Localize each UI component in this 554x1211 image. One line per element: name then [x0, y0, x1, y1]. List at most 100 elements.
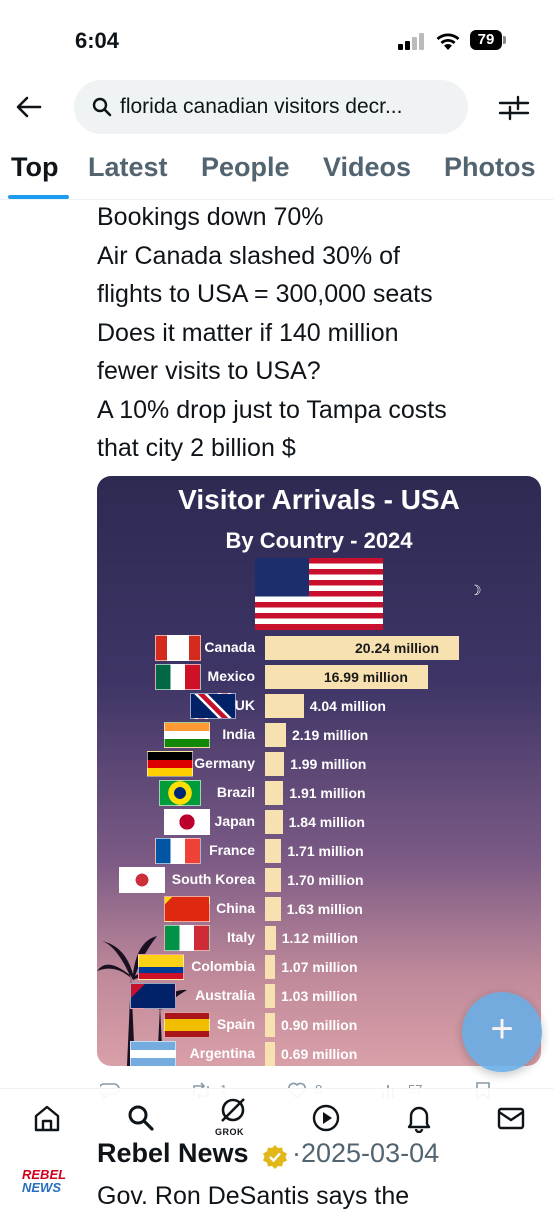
tweet-date: ·2025-03-04: [292, 1138, 440, 1168]
tab-latest[interactable]: Latest: [88, 152, 168, 183]
rebel-news-avatar[interactable]: REBEL NEWS: [22, 1168, 78, 1194]
chart-title: Visitor Arrivals - USA: [178, 484, 460, 515]
chart-category-label: Germany: [194, 755, 255, 771]
chart-category-label: Spain: [216, 1016, 255, 1032]
country-flag-icon: [129, 983, 176, 1009]
chart-category-label: South Korea: [171, 871, 255, 887]
chart-value-label: 1.63 million: [286, 901, 363, 917]
chart-value-label: 2.19 million: [291, 727, 369, 743]
chart-subtitle: By Country - 2024: [225, 528, 413, 553]
chart-bar: [265, 839, 282, 863]
chart-value-label: 1.12 million: [281, 930, 358, 946]
chart-row: China 1.63 million: [97, 896, 541, 922]
filter-icon[interactable]: [498, 92, 530, 124]
home-icon[interactable]: [32, 1103, 62, 1133]
tab-videos[interactable]: Videos: [323, 152, 411, 183]
chart-category-label: France: [209, 842, 255, 858]
chart-category-label: Mexico: [207, 668, 255, 684]
chart-category-label: UK: [234, 697, 255, 713]
tweet-line: that city 2 billion $: [97, 434, 296, 462]
chart-value-label: 1.99 million: [290, 756, 367, 772]
chart-category-label: Colombia: [191, 958, 255, 974]
chart-bar: [265, 955, 276, 979]
chart-bar: [265, 1013, 275, 1037]
chart-category-label: Japan: [214, 813, 255, 829]
search-input[interactable]: florida canadian visitors decr...: [74, 80, 468, 134]
tweet-line: Does it matter if 140 million: [97, 318, 399, 347]
chart-category-label: Brazil: [216, 784, 255, 800]
chart-category-label: Italy: [226, 929, 255, 945]
signal-icon: [398, 32, 428, 50]
chart-value-label: 1.07 million: [281, 959, 358, 975]
chart-value-label: 1.70 million: [287, 872, 364, 888]
tweet-line: A 10% drop just to Tampa costs: [97, 395, 447, 424]
search-nav-icon[interactable]: [126, 1103, 156, 1133]
chart-row: UK 4.04 million: [97, 693, 541, 719]
chart-row: Canada 20.24 million: [97, 635, 541, 661]
tab-photos[interactable]: Photos: [444, 152, 536, 183]
chart-value-label: 1.91 million: [289, 785, 366, 801]
search-icon: [92, 97, 112, 117]
grok-label: GROK: [215, 1127, 244, 1137]
tweet-line: fewer visits to USA?: [97, 357, 321, 385]
tweet-media-image[interactable]: Visitor Arrivals - USA By Country - 2024…: [97, 476, 541, 1066]
moon-icon: ☽: [469, 582, 482, 598]
tweet-line: Air Canada slashed 30% of: [97, 241, 400, 270]
chart-bar: [265, 984, 275, 1008]
chart-row: Brazil 1.91 million: [97, 780, 541, 806]
back-arrow-icon[interactable]: [14, 92, 44, 122]
video-icon[interactable]: [311, 1103, 341, 1133]
chart-bar: [265, 694, 304, 718]
chart-bar: [265, 723, 286, 747]
chart-bar: [265, 868, 282, 892]
chart-bar: [265, 781, 284, 805]
grok-icon[interactable]: [218, 1095, 248, 1125]
messages-icon[interactable]: [496, 1103, 526, 1133]
chart-value-label: 1.84 million: [288, 814, 365, 830]
usa-flag-icon: [255, 558, 383, 630]
chart-category-label: Argentina: [189, 1045, 255, 1061]
chart-value-label: 0.69 million: [281, 1046, 358, 1062]
chart-value-label: 1.03 million: [281, 988, 358, 1004]
chart-row: South Korea 1.70 million: [97, 867, 541, 893]
status-time: 6:04: [75, 28, 120, 53]
chart-row: France 1.71 million: [97, 838, 541, 864]
verified-badge-icon: [263, 1145, 287, 1169]
wifi-icon: [436, 33, 460, 50]
chart-value-label: 1.71 million: [287, 843, 364, 859]
compose-post-button[interactable]: +: [462, 992, 542, 1072]
chart-bar: [265, 897, 281, 921]
chart-bar: [265, 810, 283, 834]
search-tabs: Top Latest People Videos Photos: [0, 148, 554, 200]
tab-people[interactable]: People: [201, 152, 290, 183]
chart-row: Japan 1.84 million: [97, 809, 541, 835]
chart-bar: [265, 752, 285, 776]
next-tweet-text: Gov. Ron DeSantis says the: [97, 1182, 410, 1210]
search-query: florida canadian visitors decr...: [120, 95, 403, 118]
avatar-logo-line2: NEWS: [22, 1180, 61, 1195]
notifications-icon[interactable]: [404, 1103, 434, 1133]
country-flag-icon: [129, 1041, 176, 1066]
chart-bar: [265, 926, 276, 950]
chart-row: Mexico 16.99 million: [97, 664, 541, 690]
tweet-text: Bookings down 70% Air Canada slashed 30%…: [97, 198, 547, 468]
compose-plus-icon: +: [490, 1007, 514, 1051]
chart-value-label: 16.99 million: [323, 669, 408, 685]
chart-row: Germany 1.99 million: [97, 751, 541, 777]
tabs-divider: [0, 199, 554, 200]
chart-value-label: 4.04 million: [309, 698, 386, 714]
tweet-line: Bookings down 70%: [97, 203, 324, 231]
tab-top[interactable]: Top: [11, 152, 58, 183]
chart-category-label: Canada: [204, 639, 255, 655]
chart-category-label: Australia: [195, 987, 255, 1003]
status-bar: 6:04 79: [0, 0, 554, 80]
search-header: florida canadian visitors decr...: [0, 78, 554, 138]
battery-tip: [503, 36, 506, 44]
chart-category-label: India: [222, 726, 255, 742]
chart-bar: [265, 1042, 275, 1066]
next-tweet[interactable]: REBEL NEWS Rebel News ·2025-03-04 Gov. R…: [0, 1138, 554, 1210]
chart-row: Italy 1.12 million: [97, 925, 541, 951]
author-name[interactable]: Rebel News: [97, 1138, 249, 1169]
chart-category-label: China: [216, 900, 255, 916]
battery-indicator: 79: [470, 30, 502, 50]
